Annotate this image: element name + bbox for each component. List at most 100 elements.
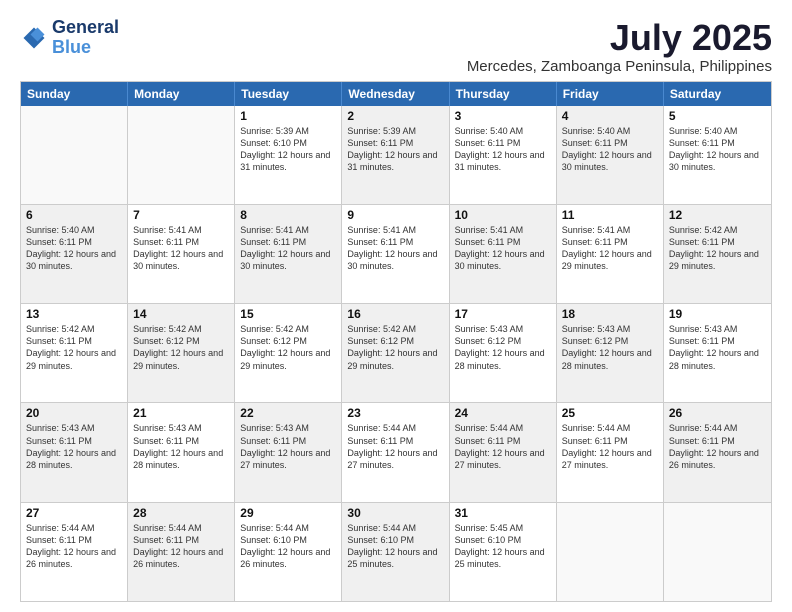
cell-info: Sunrise: 5:44 AM Sunset: 6:11 PM Dayligh… [455,422,551,471]
cell-info: Sunrise: 5:43 AM Sunset: 6:11 PM Dayligh… [26,422,122,471]
calendar-cell: 10Sunrise: 5:41 AM Sunset: 6:11 PM Dayli… [450,205,557,303]
cell-info: Sunrise: 5:42 AM Sunset: 6:12 PM Dayligh… [133,323,229,372]
cell-info: Sunrise: 5:40 AM Sunset: 6:11 PM Dayligh… [562,125,658,174]
day-number: 25 [562,406,658,420]
calendar-cell [21,106,128,204]
calendar-cell: 26 Sunrise: 5:44 AM Sunset: 6:11 PM Dayli… [664,403,771,501]
calendar-cell: 1 Sunrise: 5:39 AM Sunset: 6:10 PM Daylig… [235,106,342,204]
calendar: SundayMondayTuesdayWednesdayThursdayFrid… [20,81,772,602]
calendar-cell: 4Sunrise: 5:40 AM Sunset: 6:11 PM Daylig… [557,106,664,204]
cell-info: Sunrise: 5:44 AM Sunset: 6:11 PM Dayligh… [26,522,122,571]
day-number: 12 [669,208,766,222]
day-number: 23 [347,406,443,420]
calendar-cell: 27 Sunrise: 5:44 AM Sunset: 6:11 PM Dayli… [21,503,128,601]
calendar-cell: 5 Sunrise: 5:40 AM Sunset: 6:11 PM Daylig… [664,106,771,204]
main-title: July 2025 [467,18,772,58]
cell-info: Sunrise: 5:44 AM Sunset: 6:10 PM Dayligh… [240,522,336,571]
cell-info: Sunrise: 5:39 AM Sunset: 6:10 PM Dayligh… [240,125,336,174]
calendar-week: 13 Sunrise: 5:42 AM Sunset: 6:11 PM Dayli… [21,304,771,403]
cell-info: Sunrise: 5:42 AM Sunset: 6:11 PM Dayligh… [26,323,122,372]
calendar-week: 27 Sunrise: 5:44 AM Sunset: 6:11 PM Dayli… [21,503,771,601]
day-number: 5 [669,109,766,123]
cell-info: Sunrise: 5:44 AM Sunset: 6:11 PM Dayligh… [669,422,766,471]
day-number: 13 [26,307,122,321]
day-number: 2 [347,109,443,123]
calendar-header-day: Saturday [664,82,771,106]
day-number: 14 [133,307,229,321]
calendar-cell: 31Sunrise: 5:45 AM Sunset: 6:10 PM Dayli… [450,503,557,601]
calendar-cell: 15 Sunrise: 5:42 AM Sunset: 6:12 PM Dayli… [235,304,342,402]
calendar-header-day: Friday [557,82,664,106]
calendar-cell: 17 Sunrise: 5:43 AM Sunset: 6:12 PM Dayli… [450,304,557,402]
calendar-header-day: Wednesday [342,82,449,106]
day-number: 17 [455,307,551,321]
page: General Blue July 2025 Mercedes, Zamboan… [0,0,792,612]
subtitle: Mercedes, Zamboanga Peninsula, Philippin… [467,58,772,75]
cell-info: Sunrise: 5:42 AM Sunset: 6:12 PM Dayligh… [240,323,336,372]
calendar-cell [557,503,664,601]
calendar-cell: 18Sunrise: 5:43 AM Sunset: 6:12 PM Dayli… [557,304,664,402]
cell-info: Sunrise: 5:39 AM Sunset: 6:11 PM Dayligh… [347,125,443,174]
calendar-cell: 6 Sunrise: 5:40 AM Sunset: 6:11 PM Daylig… [21,205,128,303]
calendar-week: 20Sunrise: 5:43 AM Sunset: 6:11 PM Dayli… [21,403,771,502]
logo: General Blue [20,18,119,58]
calendar-header-day: Thursday [450,82,557,106]
calendar-cell: 28 Sunrise: 5:44 AM Sunset: 6:11 PM Dayli… [128,503,235,601]
cell-info: Sunrise: 5:43 AM Sunset: 6:11 PM Dayligh… [240,422,336,471]
calendar-header-day: Sunday [21,82,128,106]
calendar-cell: 22Sunrise: 5:43 AM Sunset: 6:11 PM Dayli… [235,403,342,501]
day-number: 29 [240,506,336,520]
cell-info: Sunrise: 5:43 AM Sunset: 6:12 PM Dayligh… [562,323,658,372]
day-number: 27 [26,506,122,520]
cell-info: Sunrise: 5:40 AM Sunset: 6:11 PM Dayligh… [455,125,551,174]
cell-info: Sunrise: 5:42 AM Sunset: 6:12 PM Dayligh… [347,323,443,372]
cell-info: Sunrise: 5:43 AM Sunset: 6:11 PM Dayligh… [133,422,229,471]
calendar-cell: 8 Sunrise: 5:41 AM Sunset: 6:11 PM Daylig… [235,205,342,303]
calendar-cell: 7 Sunrise: 5:41 AM Sunset: 6:11 PM Daylig… [128,205,235,303]
calendar-cell: 14 Sunrise: 5:42 AM Sunset: 6:12 PM Dayli… [128,304,235,402]
calendar-body: 1 Sunrise: 5:39 AM Sunset: 6:10 PM Daylig… [21,106,771,601]
day-number: 21 [133,406,229,420]
calendar-cell: 29 Sunrise: 5:44 AM Sunset: 6:10 PM Dayli… [235,503,342,601]
calendar-header-day: Tuesday [235,82,342,106]
calendar-cell [128,106,235,204]
cell-info: Sunrise: 5:43 AM Sunset: 6:12 PM Dayligh… [455,323,551,372]
logo-icon [20,24,48,52]
calendar-cell: 16 Sunrise: 5:42 AM Sunset: 6:12 PM Dayli… [342,304,449,402]
day-number: 8 [240,208,336,222]
calendar-cell: 11Sunrise: 5:41 AM Sunset: 6:11 PM Dayli… [557,205,664,303]
cell-info: Sunrise: 5:41 AM Sunset: 6:11 PM Dayligh… [562,224,658,273]
cell-info: Sunrise: 5:41 AM Sunset: 6:11 PM Dayligh… [347,224,443,273]
day-number: 1 [240,109,336,123]
cell-info: Sunrise: 5:41 AM Sunset: 6:11 PM Dayligh… [455,224,551,273]
day-number: 28 [133,506,229,520]
header: General Blue July 2025 Mercedes, Zamboan… [20,18,772,75]
calendar-cell: 21 Sunrise: 5:43 AM Sunset: 6:11 PM Dayli… [128,403,235,501]
day-number: 9 [347,208,443,222]
calendar-cell: 9 Sunrise: 5:41 AM Sunset: 6:11 PM Daylig… [342,205,449,303]
calendar-cell: 24 Sunrise: 5:44 AM Sunset: 6:11 PM Dayli… [450,403,557,501]
day-number: 7 [133,208,229,222]
calendar-header: SundayMondayTuesdayWednesdayThursdayFrid… [21,82,771,106]
day-number: 16 [347,307,443,321]
cell-info: Sunrise: 5:42 AM Sunset: 6:11 PM Dayligh… [669,224,766,273]
calendar-cell: 13 Sunrise: 5:42 AM Sunset: 6:11 PM Dayli… [21,304,128,402]
calendar-cell: 3Sunrise: 5:40 AM Sunset: 6:11 PM Daylig… [450,106,557,204]
cell-info: Sunrise: 5:44 AM Sunset: 6:11 PM Dayligh… [133,522,229,571]
calendar-header-day: Monday [128,82,235,106]
cell-info: Sunrise: 5:43 AM Sunset: 6:11 PM Dayligh… [669,323,766,372]
cell-info: Sunrise: 5:40 AM Sunset: 6:11 PM Dayligh… [669,125,766,174]
calendar-cell: 19Sunrise: 5:43 AM Sunset: 6:11 PM Dayli… [664,304,771,402]
logo-text: General Blue [52,18,119,58]
calendar-week: 6 Sunrise: 5:40 AM Sunset: 6:11 PM Daylig… [21,205,771,304]
calendar-cell: 23Sunrise: 5:44 AM Sunset: 6:11 PM Dayli… [342,403,449,501]
day-number: 15 [240,307,336,321]
calendar-week: 1 Sunrise: 5:39 AM Sunset: 6:10 PM Daylig… [21,106,771,205]
title-block: July 2025 Mercedes, Zamboanga Peninsula,… [467,18,772,75]
day-number: 24 [455,406,551,420]
day-number: 6 [26,208,122,222]
cell-info: Sunrise: 5:40 AM Sunset: 6:11 PM Dayligh… [26,224,122,273]
day-number: 26 [669,406,766,420]
cell-info: Sunrise: 5:41 AM Sunset: 6:11 PM Dayligh… [133,224,229,273]
cell-info: Sunrise: 5:41 AM Sunset: 6:11 PM Dayligh… [240,224,336,273]
